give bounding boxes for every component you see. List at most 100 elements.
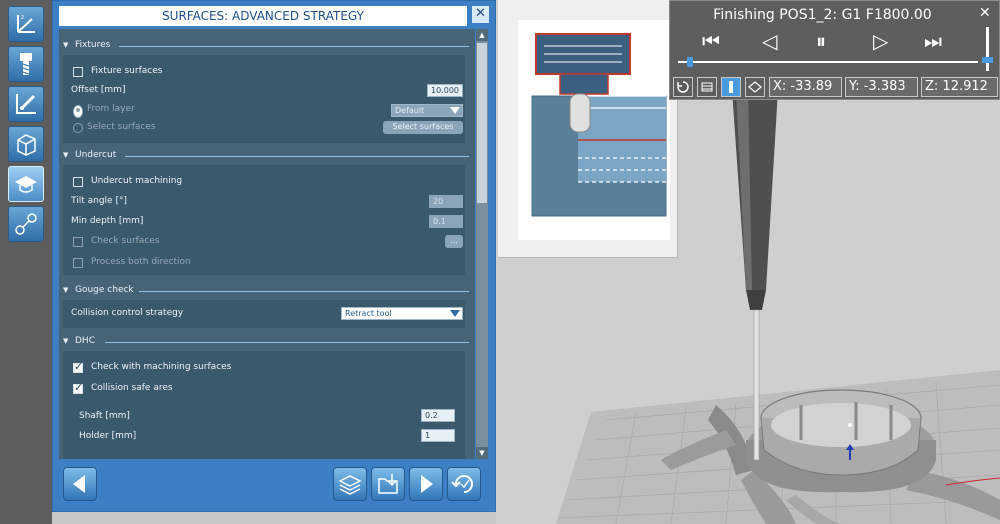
tool-visibility-button[interactable] xyxy=(721,77,741,97)
select-surfaces-button[interactable]: Select surfaces xyxy=(383,121,463,134)
dhc-section: Check with machining surfaces Collision … xyxy=(63,351,465,459)
pause-icon[interactable]: ⏸ xyxy=(816,29,826,53)
tool-button[interactable] xyxy=(8,46,44,82)
check-machining-label: Check with machining surfaces xyxy=(91,362,232,372)
y-coordinate: Y: -3.383 xyxy=(845,77,918,97)
fixtures-section-header[interactable]: ▼ Fixtures xyxy=(59,37,475,55)
scroll-up-icon[interactable]: ▲ xyxy=(476,29,488,41)
speed-slider[interactable] xyxy=(986,27,989,71)
tilt-angle-field[interactable]: 20 xyxy=(429,195,463,208)
collision-safe-label: Collision safe ares xyxy=(91,383,173,393)
back-button[interactable] xyxy=(63,467,97,501)
toolpath-button[interactable] xyxy=(697,77,717,97)
link-button[interactable] xyxy=(8,206,44,242)
simulation-panel: Finishing POS1_2: G1 F1800.00 ✕ ⏮ ◁ ⏸ ▷ … xyxy=(669,0,1000,100)
link-icon xyxy=(15,213,37,235)
close-icon[interactable]: ✕ xyxy=(472,6,489,23)
collapse-icon: ▼ xyxy=(63,286,69,294)
collision-strategy-select[interactable]: Retract tool xyxy=(341,307,463,320)
x-coordinate: X: -33.89 xyxy=(769,77,842,97)
holder-label: Holder [mm] xyxy=(79,431,137,441)
offset-label: Offset [mm] xyxy=(71,85,126,95)
export-button[interactable] xyxy=(371,467,405,501)
fixture-surfaces-label: Fixture surfaces xyxy=(91,66,163,76)
collapse-icon: ▼ xyxy=(63,151,69,159)
min-depth-field[interactable]: 0.1 xyxy=(429,215,463,228)
strategy-button[interactable] xyxy=(8,166,44,202)
collision-strategy-label: Collision control strategy xyxy=(71,308,184,318)
step-forward-icon[interactable]: ▷ xyxy=(873,29,888,53)
shaft-field[interactable]: 0.2 xyxy=(421,409,455,422)
stock-icon xyxy=(748,81,762,93)
settings-panel: ▼ Fixtures Fixture surfaces Offset [mm] … xyxy=(59,29,475,459)
offset-field[interactable]: 10.000 xyxy=(427,84,463,97)
tool-preview-panel xyxy=(498,0,678,258)
progress-track[interactable] xyxy=(678,61,978,63)
speed-slider-handle[interactable] xyxy=(982,57,993,63)
regenerate-button[interactable] xyxy=(447,467,481,501)
undercut-section: Undercut machining Tilt angle [°] 20 Min… xyxy=(63,165,465,275)
probe-icon xyxy=(16,94,36,114)
advanced-strategy-dialog: SURFACES: ADVANCED STRATEGY ✕ ▼ Fixtures… xyxy=(52,0,496,512)
play-icon xyxy=(421,475,433,493)
tool-icon xyxy=(729,81,733,93)
step-back-icon[interactable]: ◁ xyxy=(762,29,777,53)
export-icon xyxy=(378,474,398,494)
min-depth-label: Min depth [mm] xyxy=(71,216,144,226)
back-arrow-icon xyxy=(73,475,85,493)
probe-button[interactable] xyxy=(8,86,44,122)
undercut-machining-label: Undercut machining xyxy=(91,176,183,186)
scrollbar[interactable]: ▲ ▼ xyxy=(476,29,488,459)
dialog-title: SURFACES: ADVANCED STRATEGY xyxy=(59,6,467,26)
progress-handle[interactable] xyxy=(687,57,693,67)
undercut-section-header[interactable]: ▼ Undercut xyxy=(59,147,475,165)
check-machining-checkbox[interactable] xyxy=(73,360,83,373)
select-surfaces-label: Select surfaces xyxy=(87,122,156,132)
dhc-section-header[interactable]: ▼ DHC xyxy=(59,333,475,351)
check-surfaces-button[interactable]: ... xyxy=(445,235,463,248)
chevron-down-icon xyxy=(450,310,460,317)
from-layer-label: From layer xyxy=(87,104,135,114)
holder-field[interactable]: 1 xyxy=(421,429,455,442)
collision-safe-checkbox[interactable] xyxy=(73,381,83,394)
select-surfaces-radio[interactable] xyxy=(73,123,83,133)
tool-icon xyxy=(20,53,32,75)
fixture-surfaces-checkbox[interactable] xyxy=(73,67,83,77)
from-layer-radio[interactable] xyxy=(73,105,83,118)
regenerate-icon xyxy=(451,475,473,493)
layers-icon xyxy=(338,475,362,495)
chevron-down-icon xyxy=(450,107,460,114)
toolpath-icon xyxy=(701,82,713,92)
axis-icon: z xyxy=(17,14,35,33)
scroll-thumb[interactable] xyxy=(477,43,487,203)
scroll-down-icon[interactable]: ▼ xyxy=(476,447,488,459)
rotate-icon xyxy=(677,81,689,93)
reset-view-button[interactable] xyxy=(673,77,693,97)
rewind-icon[interactable]: ⏮ xyxy=(702,29,720,53)
tool-preview-diagram xyxy=(518,20,670,240)
process-both-checkbox[interactable] xyxy=(73,258,83,268)
stock-visibility-button[interactable] xyxy=(745,77,765,97)
process-both-label: Process both direction xyxy=(91,257,191,267)
collapse-icon: ▼ xyxy=(63,337,69,345)
fast-forward-icon[interactable]: ⏭ xyxy=(924,29,942,53)
shaft-label: Shaft [mm] xyxy=(79,411,130,421)
undercut-machining-checkbox[interactable] xyxy=(73,177,83,187)
gouge-check-section-header[interactable]: ▼ Gouge check xyxy=(59,282,475,300)
tool-strip: z xyxy=(0,0,52,524)
layer-select[interactable]: Default xyxy=(391,104,463,117)
simulation-title: Finishing POS1_2: G1 F1800.00 xyxy=(713,7,932,23)
fixtures-section: Fixture surfaces Offset [mm] 10.000 From… xyxy=(63,55,465,143)
z-coordinate: Z: 12.912 xyxy=(921,77,998,97)
close-icon[interactable]: ✕ xyxy=(979,5,991,21)
layers-button[interactable] xyxy=(333,467,367,501)
check-surfaces-checkbox[interactable] xyxy=(73,237,83,247)
gouge-check-section: Collision control strategy Retract tool xyxy=(63,300,465,328)
axis-button[interactable]: z xyxy=(8,6,44,42)
check-surfaces-label: Check surfaces xyxy=(91,236,160,246)
play-button[interactable] xyxy=(409,467,443,501)
collapse-icon: ▼ xyxy=(63,41,69,49)
tilt-angle-label: Tilt angle [°] xyxy=(71,196,127,206)
stock-icon xyxy=(17,134,36,156)
stock-button[interactable] xyxy=(8,126,44,162)
